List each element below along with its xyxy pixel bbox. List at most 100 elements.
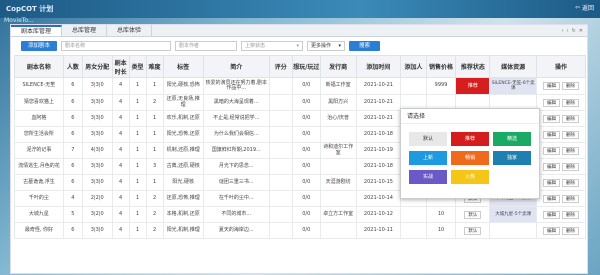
want-played: 0/0 bbox=[291, 222, 321, 239]
edit-button[interactable]: 编辑 bbox=[543, 146, 561, 155]
column-header: 推荐状态 bbox=[455, 55, 491, 78]
tags: 还原,无良场,推理 bbox=[162, 94, 204, 111]
status-select[interactable]: 上架状态 ▾ bbox=[241, 41, 304, 51]
status-option[interactable]: 默认 bbox=[409, 132, 447, 146]
close-tab-icon[interactable]: ✕ bbox=[579, 28, 583, 34]
recommend-badge[interactable]: 默认 bbox=[464, 210, 482, 219]
score bbox=[268, 174, 293, 191]
script-name: 猜您喜欢猫上 bbox=[23, 98, 54, 105]
duration: 4 bbox=[111, 110, 130, 127]
next-tab-icon[interactable]: › bbox=[567, 28, 569, 34]
media-resource[interactable]: 大城九星-5个卖课 bbox=[489, 206, 538, 223]
add-date: 2021-10-21 bbox=[355, 77, 402, 95]
search-author-input[interactable]: 剧本作者 bbox=[175, 41, 238, 51]
people-count: 5 bbox=[62, 206, 83, 223]
status-option[interactable]: 精选 bbox=[493, 132, 531, 146]
delete-button[interactable]: 删除 bbox=[562, 162, 580, 171]
people-count: 6 bbox=[62, 94, 83, 111]
edit-button[interactable]: 编辑 bbox=[543, 114, 561, 123]
add-date: 2021-10-15 bbox=[355, 174, 402, 191]
gender-split: 3|3|0 bbox=[81, 77, 113, 95]
difficulty: 2 bbox=[145, 222, 164, 239]
people-count: 6 bbox=[62, 174, 83, 191]
edit-button[interactable]: 编辑 bbox=[543, 162, 561, 171]
type: 1 bbox=[128, 142, 147, 159]
tab-script-library[interactable]: 剧本库管理 bbox=[11, 25, 63, 36]
column-header: 发行商 bbox=[319, 55, 357, 78]
tags: 阳光,硬核,恐怖 bbox=[162, 77, 204, 95]
difficulty: 1 bbox=[145, 126, 164, 143]
want-played: 0/0 bbox=[291, 174, 321, 191]
column-header: 难度 bbox=[145, 55, 164, 78]
status-select-label: 上架状态 bbox=[245, 43, 266, 49]
status-option[interactable]: 火热 bbox=[451, 170, 489, 184]
add-date: 2021-10-21 bbox=[355, 94, 402, 111]
back-button[interactable]: ⇦ 返回 bbox=[575, 3, 594, 12]
people-count: 7 bbox=[62, 142, 83, 159]
edit-button[interactable]: 编辑 bbox=[543, 98, 561, 107]
tab-total-experience[interactable]: 总库体验 bbox=[107, 25, 153, 36]
table-row: 最奇怪, 你好 6 3|3|0 4 1 2 阳光,机制,推理 夏天的海岸边... 0/0 2021… bbox=[14, 222, 586, 239]
score bbox=[268, 206, 293, 223]
media-resource[interactable]: SILENCE-无笙-6个卖课 bbox=[489, 77, 538, 95]
script-name: 千叶的尘 bbox=[28, 194, 49, 201]
type: 1 bbox=[128, 190, 147, 207]
price: 9999 bbox=[425, 77, 457, 95]
status-option[interactable]: 推荐 bbox=[451, 132, 489, 146]
add-date: 2021-10-14 bbox=[355, 190, 402, 207]
intro: 国旗鲜红所期,2019... bbox=[202, 142, 270, 159]
want-played: 0/0 bbox=[291, 142, 321, 159]
delete-button[interactable]: 删除 bbox=[562, 194, 580, 203]
status-option[interactable]: 畅销 bbox=[451, 151, 489, 165]
script-name: 您所生活会所 bbox=[23, 130, 54, 137]
publisher: 黑阳方兴 bbox=[319, 94, 357, 111]
refresh-icon[interactable]: ↻ bbox=[572, 28, 576, 34]
price: 10 bbox=[425, 222, 457, 239]
status-option[interactable]: 实战 bbox=[409, 170, 447, 184]
gender-split: 2|2|0 bbox=[81, 190, 113, 207]
prev-tab-icon[interactable]: ‹ bbox=[562, 28, 564, 34]
want-played: 0/0 bbox=[291, 77, 321, 95]
edit-button[interactable]: 编辑 bbox=[543, 226, 561, 235]
delete-button[interactable]: 删除 bbox=[562, 98, 580, 107]
delete-button[interactable]: 删除 bbox=[562, 130, 580, 139]
delete-button[interactable]: 删除 bbox=[562, 226, 580, 235]
price: 10 bbox=[425, 206, 457, 223]
type: 1 bbox=[128, 110, 147, 127]
media-resource[interactable] bbox=[489, 222, 538, 239]
edit-button[interactable]: 编辑 bbox=[543, 210, 561, 219]
duration: 4 bbox=[111, 126, 130, 143]
add-script-button[interactable]: 添加剧本 bbox=[21, 41, 58, 51]
delete-button[interactable]: 删除 bbox=[562, 210, 580, 219]
edit-button[interactable]: 编辑 bbox=[543, 178, 561, 187]
column-header: 媒体资源 bbox=[489, 55, 538, 78]
add-date: 2021-10-19 bbox=[355, 142, 402, 159]
recommend-badge[interactable]: 推荐 bbox=[456, 78, 489, 94]
difficulty: 3 bbox=[145, 158, 164, 175]
more-actions-select[interactable]: 更多操作 ▾ bbox=[307, 41, 346, 51]
recommend-badge[interactable]: 默认 bbox=[464, 226, 482, 235]
search-button[interactable]: 搜索 bbox=[349, 41, 381, 51]
delete-button[interactable]: 删除 bbox=[562, 114, 580, 123]
edit-button[interactable]: 编辑 bbox=[543, 130, 561, 139]
score bbox=[268, 190, 293, 207]
delete-button[interactable]: 删除 bbox=[562, 146, 580, 155]
script-name: 泥泞的记事 bbox=[26, 146, 52, 153]
publisher bbox=[319, 158, 357, 175]
adder bbox=[400, 222, 427, 239]
delete-button[interactable]: 删除 bbox=[562, 82, 580, 90]
status-option[interactable]: 独家 bbox=[493, 151, 531, 165]
tab-total-library[interactable]: 总库管理 bbox=[62, 25, 108, 36]
script-name: 大城九星 bbox=[28, 210, 49, 217]
people-count: 4 bbox=[62, 190, 83, 207]
edit-button[interactable]: 编辑 bbox=[543, 82, 561, 90]
duration: 4 bbox=[111, 158, 130, 175]
gender-split: 3|3|0 bbox=[81, 158, 113, 175]
tab-tools: ‹ › ↻ ✕ bbox=[562, 25, 587, 36]
people-count: 6 bbox=[62, 77, 83, 95]
status-option[interactable]: 上新 bbox=[409, 151, 447, 165]
status-options-grid: 默认 推荐 精选上新 畅销 独家实战 火热 bbox=[401, 124, 539, 184]
search-name-input[interactable]: 剧本名称 bbox=[61, 41, 172, 51]
edit-button[interactable]: 编辑 bbox=[543, 194, 561, 203]
delete-button[interactable]: 删除 bbox=[562, 178, 580, 187]
